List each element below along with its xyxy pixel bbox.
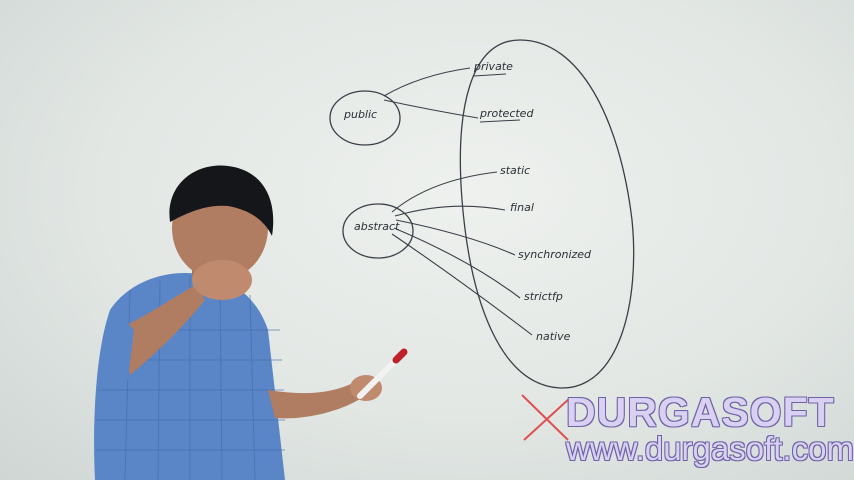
label-final: final [510, 201, 534, 214]
label-protected: protected [479, 107, 534, 120]
connector-abstract-native [391, 233, 533, 336]
label-public: public [343, 108, 377, 121]
connector-abstract-synchronized [395, 219, 516, 256]
watermark-brand: DURGASOFT [566, 389, 835, 435]
label-strictfp: strictfp [524, 290, 563, 303]
connector-public-private [383, 67, 471, 97]
connector-abstract-static [391, 171, 498, 213]
presenter [94, 165, 408, 480]
label-synchronized: synchronized [518, 248, 592, 261]
label-native: native [536, 330, 571, 343]
whiteboard: public abstract private protected static… [0, 0, 854, 480]
label-abstract: abstract [354, 220, 400, 233]
protected-underline [479, 119, 521, 123]
watermark-cross-icon [521, 394, 571, 441]
label-private: private [473, 60, 513, 73]
marker [357, 348, 408, 399]
label-static: static [500, 164, 530, 177]
connector-abstract-final [394, 205, 506, 217]
presenter-lower-arm [268, 382, 362, 419]
presenter-raised-hand [192, 260, 252, 300]
connector-abstract-strictfp [393, 227, 521, 299]
private-underline [473, 73, 507, 77]
watermark-url: www.durgasoft.com [566, 430, 854, 467]
